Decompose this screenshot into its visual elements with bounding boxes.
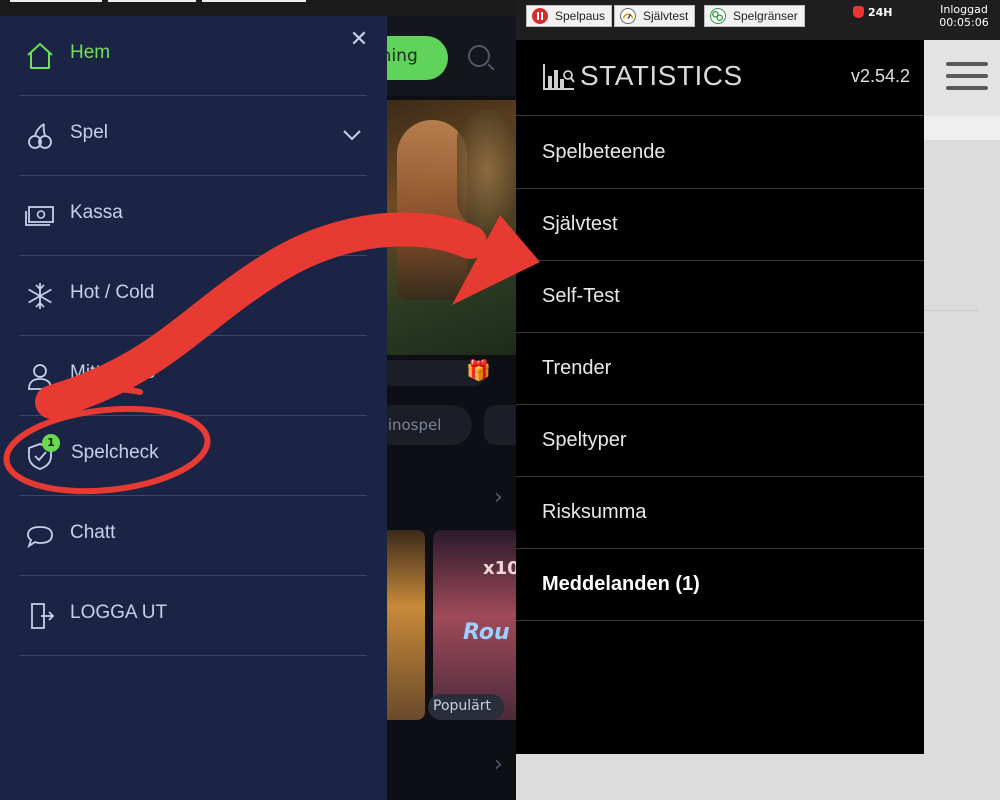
nav-item-label: Hot / Cold [70,282,155,303]
sjalvtest-button[interactable]: Självtest [614,5,696,27]
nav-item-hem[interactable]: Hem [20,16,367,96]
thumbnail-text: Rou [463,620,510,645]
menu-item-label: Meddelanden (1) [542,573,700,595]
menu-item-meddelanden[interactable]: Meddelanden (1) [516,549,924,621]
banner-ornament [457,110,516,230]
spelgranser-button[interactable]: Spelgränser [704,5,805,27]
logout-icon [31,603,55,629]
menu-item-label: Speltyper [542,429,627,451]
statistics-content-strip [924,116,1000,140]
notification-badge: 1 [42,434,60,452]
nav-item-hot-cold[interactable]: Hot / Cold [20,256,367,336]
limits-icon [710,8,726,24]
menu-item-speltyper[interactable]: Speltyper [516,405,924,477]
chevron-right-icon[interactable]: › [494,752,503,777]
browser-tab[interactable] [202,0,306,2]
login-label: Inloggad [940,3,988,16]
screenshot-stage: tning 🎁 sinospel › x10 Rou Populärt › ✕ … [0,0,1000,800]
menu-item-sjalvtest[interactable]: Självtest [516,189,924,261]
menu-item-label: Trender [542,357,612,379]
menu-item-trender[interactable]: Trender [516,333,924,405]
statistics-header: STATISTICS v2.54.2 [516,40,924,116]
session-timer: 00:05:06 [939,16,989,29]
menu-item-risksumma[interactable]: Risksumma [516,477,924,549]
nav-item-spel[interactable]: Spel [20,96,367,176]
category-chip-label: sinospel [380,416,442,434]
nav-item-label: LOGGA UT [70,602,168,623]
login-status: Inloggad 00:05:06 [932,3,996,29]
nav-item-label: Hem [70,42,111,63]
browser-top-strip [0,0,516,16]
menu-item-label: Self-Test [542,285,620,307]
nav-item-label: Spel [70,122,109,143]
hamburger-menu-icon[interactable] [924,40,1000,116]
hand-stop-icon [853,6,864,18]
banknotes-icon [25,206,54,226]
gauge-icon [620,8,636,24]
game-thumbnail[interactable] [387,530,425,720]
responsible-gaming-bar: Spelpaus Självtest Spelgränser 24H Inlog… [516,0,1000,40]
menu-item-self-test[interactable]: Self-Test [516,261,924,333]
game-thumbnail[interactable]: x10 Rou [433,530,516,720]
menu-item-spelbeteende[interactable]: Spelbeteende [516,117,924,189]
search-icon[interactable] [468,45,490,67]
category-chip-casino[interactable]: sinospel [372,405,472,445]
nav-item-label: Kassa [70,202,123,223]
spelpaus-label: Spelpaus [555,9,606,23]
sjalvtest-label: Självtest [643,9,689,23]
nav-item-mitt-konto[interactable]: Mitt Konto [20,336,367,416]
spelgranser-label: Spelgränser [733,9,798,23]
nav-item-chatt[interactable]: Chatt [20,496,367,576]
nav-item-label: Spelcheck [71,442,159,463]
nav-item-logga-ut[interactable]: LOGGA UT [20,576,367,656]
browser-tab[interactable] [10,0,102,2]
time-limit-indicator[interactable]: 24H [853,6,893,19]
nav-item-label: Mitt Konto [70,362,156,383]
menu-item-label: Risksumma [542,501,647,523]
home-icon [27,43,53,69]
spelpaus-button[interactable]: Spelpaus [526,5,613,27]
chevron-right-icon[interactable]: › [494,485,503,510]
nav-item-label: Chatt [70,522,116,543]
app-title: STATISTICS [580,60,743,91]
browser-tab[interactable] [108,0,196,2]
nav-item-spelcheck[interactable]: 1 Spelcheck [20,416,367,496]
nav-item-kassa[interactable]: Kassa [20,176,367,256]
popular-badge: Populärt [428,694,504,720]
snowflake-icon [28,283,52,309]
user-icon [28,364,52,390]
divider [924,310,978,311]
pause-icon [532,8,548,24]
chat-bubble-icon [27,526,53,549]
statistics-menu-panel: STATISTICS v2.54.2 Spelbeteende Självtes… [516,40,924,754]
cherries-icon [28,123,52,149]
time-limit-label: 24H [868,6,893,19]
game-banner[interactable] [387,100,516,355]
menu-item-label: Spelbeteende [542,141,666,163]
thumbnail-text: x10 [483,558,516,579]
popular-label: Populärt [433,698,491,714]
chevron-down-icon[interactable] [341,124,363,146]
bar-chart-logo-icon [543,64,575,90]
menu-item-label: Självtest [542,213,618,235]
app-version: v2.54.2 [850,66,910,86]
navigation-drawer: ✕ Hem Spel Kassa Hot / Cold Mitt Konto 1… [0,16,387,800]
gift-icon[interactable]: 🎁 [466,358,491,382]
